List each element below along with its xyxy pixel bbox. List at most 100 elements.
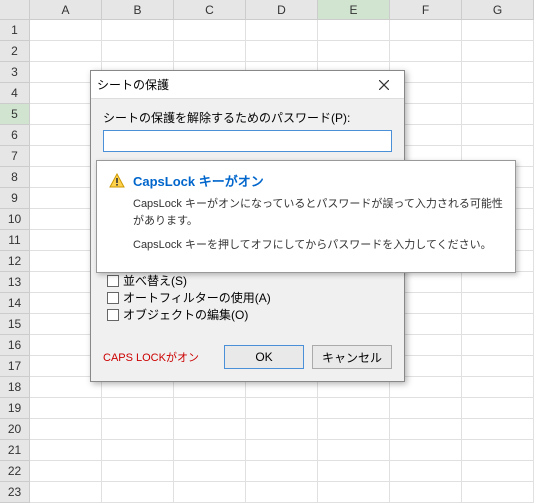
cell-G23[interactable] [462,482,534,503]
cell-B22[interactable] [102,461,174,482]
cell-G21[interactable] [462,440,534,461]
row-header-13[interactable]: 13 [0,272,30,293]
cell-E23[interactable] [318,482,390,503]
col-header-F[interactable]: F [390,0,462,20]
row-header-19[interactable]: 19 [0,398,30,419]
col-header-B[interactable]: B [102,0,174,20]
cell-C21[interactable] [174,440,246,461]
checkbox-icon[interactable] [107,292,119,304]
cell-G1[interactable] [462,20,534,41]
cell-B20[interactable] [102,419,174,440]
cell-G20[interactable] [462,419,534,440]
checkbox-icon[interactable] [107,275,119,287]
cell-G14[interactable] [462,293,534,314]
cell-G13[interactable] [462,272,534,293]
row-header-20[interactable]: 20 [0,419,30,440]
row-header-9[interactable]: 9 [0,188,30,209]
cell-G22[interactable] [462,461,534,482]
row-header-16[interactable]: 16 [0,335,30,356]
cell-G4[interactable] [462,83,534,104]
cell-F21[interactable] [390,440,462,461]
cell-B23[interactable] [102,482,174,503]
dialog-titlebar[interactable]: シートの保護 [91,71,404,99]
cell-E21[interactable] [318,440,390,461]
cell-E2[interactable] [318,41,390,62]
cell-C22[interactable] [174,461,246,482]
cell-C2[interactable] [174,41,246,62]
cell-D20[interactable] [246,419,318,440]
col-header-A[interactable]: A [30,0,102,20]
cell-D21[interactable] [246,440,318,461]
cell-G15[interactable] [462,314,534,335]
cell-E20[interactable] [318,419,390,440]
col-header-C[interactable]: C [174,0,246,20]
col-header-E[interactable]: E [318,0,390,20]
cell-E1[interactable] [318,20,390,41]
cell-A19[interactable] [30,398,102,419]
cell-A22[interactable] [30,461,102,482]
cell-G6[interactable] [462,125,534,146]
cell-B2[interactable] [102,41,174,62]
row-header-6[interactable]: 6 [0,125,30,146]
row-header-15[interactable]: 15 [0,314,30,335]
ok-button[interactable]: OK [224,345,304,369]
cell-C1[interactable] [174,20,246,41]
checkbox-icon[interactable] [107,309,119,321]
checklist-item[interactable]: オブジェクトの編集(O) [107,306,392,323]
select-all-corner[interactable] [0,0,30,20]
row-header-5[interactable]: 5 [0,104,30,125]
cell-B21[interactable] [102,440,174,461]
cancel-button[interactable]: キャンセル [312,345,392,369]
cell-G2[interactable] [462,41,534,62]
row-header-11[interactable]: 11 [0,230,30,251]
row-header-21[interactable]: 21 [0,440,30,461]
row-header-18[interactable]: 18 [0,377,30,398]
cell-F22[interactable] [390,461,462,482]
row-header-17[interactable]: 17 [0,356,30,377]
cell-E22[interactable] [318,461,390,482]
cell-G5[interactable] [462,104,534,125]
password-input[interactable] [103,130,392,152]
cell-A2[interactable] [30,41,102,62]
cell-D22[interactable] [246,461,318,482]
row-header-8[interactable]: 8 [0,167,30,188]
cell-A1[interactable] [30,20,102,41]
cell-F23[interactable] [390,482,462,503]
cell-G3[interactable] [462,62,534,83]
cell-E19[interactable] [318,398,390,419]
row-header-23[interactable]: 23 [0,482,30,503]
cell-D1[interactable] [246,20,318,41]
cell-B19[interactable] [102,398,174,419]
cell-F20[interactable] [390,419,462,440]
row-header-22[interactable]: 22 [0,461,30,482]
cell-F1[interactable] [390,20,462,41]
col-header-G[interactable]: G [462,0,534,20]
col-header-D[interactable]: D [246,0,318,20]
close-button[interactable] [370,74,398,96]
row-header-1[interactable]: 1 [0,20,30,41]
cell-D2[interactable] [246,41,318,62]
cell-G16[interactable] [462,335,534,356]
row-header-12[interactable]: 12 [0,251,30,272]
cell-F19[interactable] [390,398,462,419]
row-header-3[interactable]: 3 [0,62,30,83]
checklist-item[interactable]: オートフィルターの使用(A) [107,289,392,306]
row-header-10[interactable]: 10 [0,209,30,230]
cell-C23[interactable] [174,482,246,503]
row-header-2[interactable]: 2 [0,41,30,62]
row-header-14[interactable]: 14 [0,293,30,314]
row-header-4[interactable]: 4 [0,83,30,104]
cell-C20[interactable] [174,419,246,440]
cell-B1[interactable] [102,20,174,41]
cell-G17[interactable] [462,356,534,377]
cell-G19[interactable] [462,398,534,419]
row-header-7[interactable]: 7 [0,146,30,167]
cell-D23[interactable] [246,482,318,503]
cell-D19[interactable] [246,398,318,419]
cell-C19[interactable] [174,398,246,419]
cell-A21[interactable] [30,440,102,461]
cell-A20[interactable] [30,419,102,440]
cell-G18[interactable] [462,377,534,398]
cell-A23[interactable] [30,482,102,503]
checklist-item[interactable]: 並べ替え(S) [107,272,392,289]
